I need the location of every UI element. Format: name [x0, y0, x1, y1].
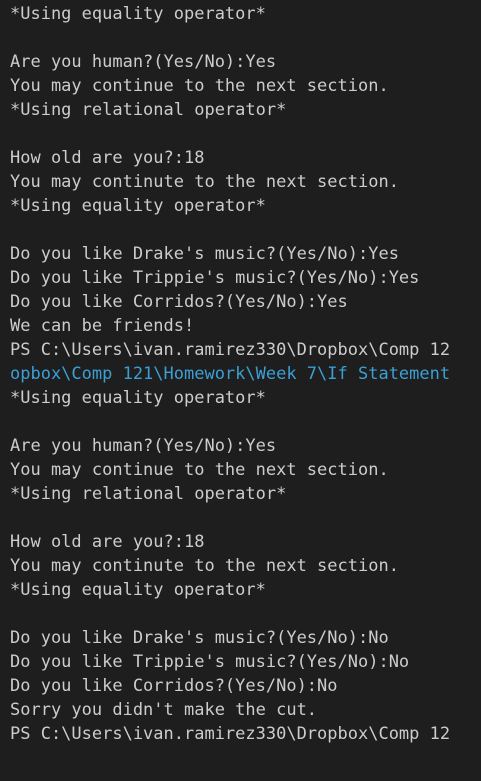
terminal-line: *Using equality operator*: [10, 580, 266, 600]
terminal-line: Do you like Trippie's music?(Yes/No):Yes: [10, 268, 420, 288]
terminal-line: Are you human?(Yes/No):Yes: [10, 436, 277, 456]
terminal-line: We can be friends!: [10, 316, 195, 336]
terminal-line: How old are you?:18: [10, 148, 205, 168]
terminal-line: *Using relational operator*: [10, 100, 287, 120]
terminal-line: PS C:\Users\ivan.ramirez330\Dropbox\Comp…: [10, 340, 451, 360]
terminal-output: *Using equality operator* Are you human?(…: [10, 2, 481, 746]
terminal-line: *Using equality operator*: [10, 4, 266, 24]
terminal-line: PS C:\Users\ivan.ramirez330\Dropbox\Comp…: [10, 724, 451, 744]
terminal-line: Sorry you didn't make the cut.: [10, 700, 318, 720]
terminal-line: Are you human?(Yes/No):Yes: [10, 52, 277, 72]
terminal-line: opbox\Comp 121\Homework\Week 7\If Statem…: [10, 364, 451, 384]
terminal-panel[interactable]: *Using equality operator* Are you human?(…: [0, 0, 481, 781]
terminal-line: *Using equality operator*: [10, 388, 266, 408]
terminal-line: Do you like Drake's music?(Yes/No):No: [10, 628, 389, 648]
terminal-line: Do you like Trippie's music?(Yes/No):No: [10, 652, 410, 672]
terminal-line: Do you like Drake's music?(Yes/No):Yes: [10, 244, 399, 264]
terminal-line: You may continute to the next section.: [10, 172, 399, 192]
terminal-line: You may continue to the next section.: [10, 460, 389, 480]
terminal-line: You may continue to the next section.: [10, 76, 389, 96]
terminal-line: *Using equality operator*: [10, 196, 266, 216]
terminal-line: Do you like Corridos?(Yes/No):Yes: [10, 292, 348, 312]
terminal-line: How old are you?:18: [10, 532, 205, 552]
terminal-line: You may continute to the next section.: [10, 556, 399, 576]
terminal-line: *Using relational operator*: [10, 484, 287, 504]
terminal-line: Do you like Corridos?(Yes/No):No: [10, 676, 338, 696]
